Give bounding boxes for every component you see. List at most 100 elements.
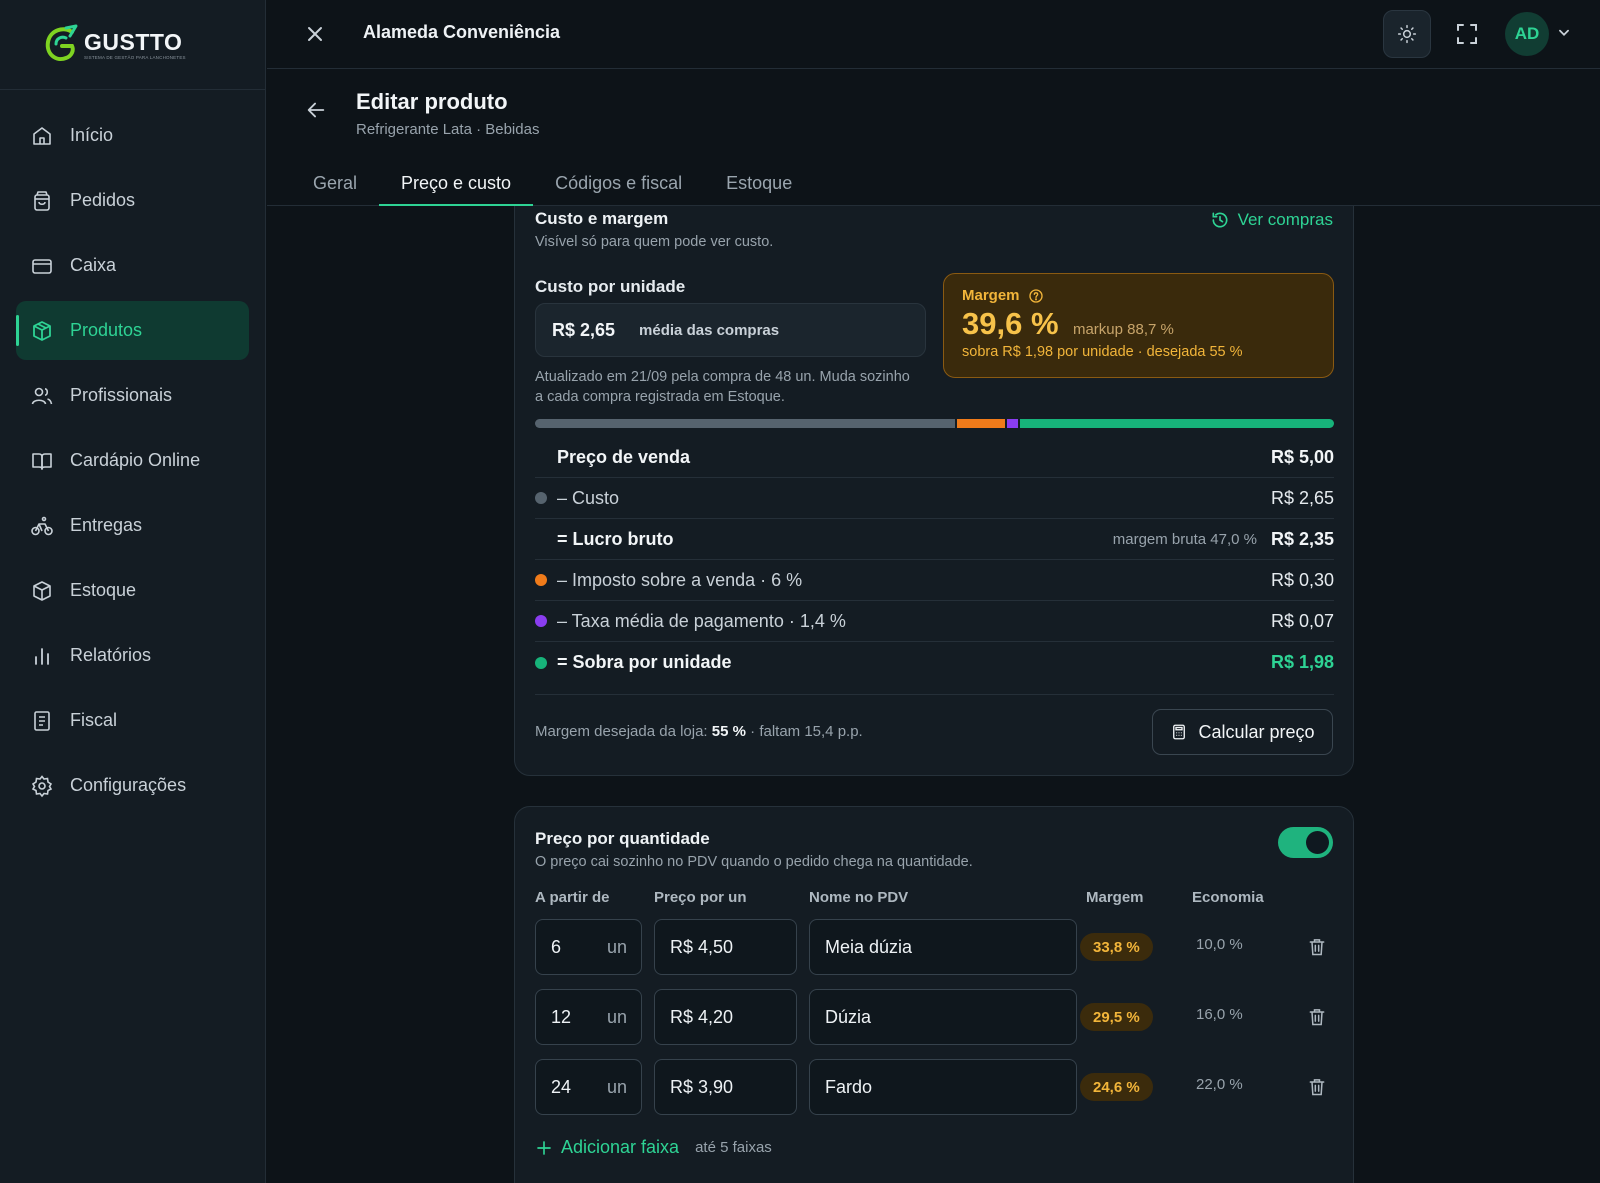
unit-cost-value: R$ 2,65 <box>552 319 616 340</box>
chevron-down-icon[interactable] <box>1557 26 1571 40</box>
row-value: R$ 2,35 <box>1270 528 1334 549</box>
sidebar-item-relatorios[interactable]: Relatórios <box>16 626 249 685</box>
avatar[interactable]: AD <box>1505 12 1549 56</box>
unit-cost-label: Custo por unidade <box>535 277 686 296</box>
qty-card-title: Preço por quantidade <box>535 829 710 848</box>
close-icon[interactable] <box>303 22 327 46</box>
sidebar-item-estoque[interactable]: Estoque <box>16 561 249 620</box>
cost-card-subtitle: Visível só para quem pode ver custo. <box>535 234 774 250</box>
legend-dot <box>535 615 547 627</box>
row-value: R$ 0,30 <box>1270 569 1334 590</box>
tier-price-input[interactable]: R$ 4,50 <box>654 919 797 975</box>
legend-dot <box>535 574 547 586</box>
price-breakdown-bar <box>535 419 1334 428</box>
header-name: Nome no PDV <box>809 889 909 906</box>
row-label: = Lucro bruto <box>557 528 674 549</box>
history-icon <box>1212 212 1228 228</box>
tier-name-input[interactable]: Meia dúzia <box>809 919 1077 975</box>
tier-qty-input[interactable]: 24 un <box>535 1059 642 1115</box>
tier-name-value: Fardo <box>825 1076 873 1097</box>
sidebar-item-produtos[interactable]: Produtos <box>16 301 249 360</box>
brand-logo[interactable]: GUSTTO SISTEMA DE GESTÃO PARA LANCHONETE… <box>0 0 265 90</box>
tier-price-input[interactable]: R$ 4,20 <box>654 989 797 1045</box>
margin-label: Margem <box>962 287 1020 304</box>
tab-codigos-e-fiscal[interactable]: Códigos e fiscal <box>533 161 704 206</box>
margin-value: 39,6 % <box>962 306 1059 341</box>
tab-bar: Geral Preço e custo Códigos e fiscal Est… <box>291 161 814 206</box>
row-value: R$ 0,07 <box>1270 610 1334 631</box>
tier-saving: 16,0 % <box>1196 1006 1243 1023</box>
sidebar-item-label: Cardápio Online <box>70 450 201 470</box>
sidebar-item-pedidos[interactable]: Pedidos <box>16 171 249 230</box>
tier-qty-value: 12 <box>551 1006 572 1027</box>
add-tier-label: Adicionar faixa <box>561 1137 680 1157</box>
tier-name-input[interactable]: Fardo <box>809 1059 1077 1115</box>
margin-summary: Margem 39,6 % markup 88,7 % sobra R$ 1,9… <box>943 273 1334 378</box>
bar-segment-custo <box>535 419 956 428</box>
tier-saving: 10,0 % <box>1196 936 1243 953</box>
fullscreen-button[interactable] <box>1443 10 1491 58</box>
tier-margin-badge: 29,5 % <box>1080 1003 1153 1031</box>
legend-dot <box>535 656 547 669</box>
sidebar-item-entregas[interactable]: Entregas <box>16 496 249 555</box>
divider <box>535 694 1334 695</box>
page-header: Editar produto Refrigerante Lata · Bebid… <box>267 69 1600 206</box>
qty-pricing-toggle[interactable] <box>1278 827 1333 858</box>
trash-icon[interactable] <box>1307 936 1327 958</box>
add-tier-button[interactable]: Adicionar faixa até 5 faixas <box>535 1137 772 1158</box>
tier-qty-value: 6 <box>551 936 562 957</box>
cost-card-title: Custo e margem <box>535 209 669 228</box>
tier-qty-input[interactable]: 6 un <box>535 919 642 975</box>
tier-name-value: Meia dúzia <box>825 936 913 957</box>
calculator-icon <box>1173 724 1186 740</box>
sidebar-item-inicio[interactable]: Início <box>16 106 249 165</box>
sidebar-item-label: Profissionais <box>70 385 173 405</box>
row-label: Preço de venda <box>557 446 691 467</box>
sidebar-nav: Início Pedidos Caixa Produtos Profission… <box>0 90 265 815</box>
tier-name-input[interactable]: Dúzia <box>809 989 1077 1045</box>
trash-icon[interactable] <box>1307 1076 1327 1098</box>
bike-icon <box>31 516 53 535</box>
bar-segment-taxa <box>1006 419 1018 428</box>
page-title: Editar produto <box>356 89 508 114</box>
sidebar-item-label: Relatórios <box>70 645 152 665</box>
tab-preco-e-custo[interactable]: Preço e custo <box>379 161 534 206</box>
trash-icon[interactable] <box>1307 1006 1327 1028</box>
ver-compras-link[interactable]: Ver compras <box>1210 210 1333 230</box>
brand-name: GUSTTO <box>84 28 183 55</box>
sidebar-item-label: Início <box>70 125 114 145</box>
gear-icon <box>31 774 53 797</box>
topbar: Alameda Conveniência AD <box>267 0 1600 69</box>
help-icon[interactable] <box>1028 288 1044 304</box>
sidebar-item-profissionais[interactable]: Profissionais <box>16 366 249 425</box>
tab-estoque[interactable]: Estoque <box>704 161 814 206</box>
row-custo: – Custo R$ 2,65 <box>535 478 1334 519</box>
row-value: R$ 5,00 <box>1270 446 1334 467</box>
tier-price-input[interactable]: R$ 3,90 <box>654 1059 797 1115</box>
bar-segment-sobra <box>1019 419 1334 428</box>
row-label: = Sobra por unidade <box>557 652 732 672</box>
calculate-price-label: Calcular preço <box>1198 721 1315 742</box>
fullscreen-icon <box>1457 24 1477 44</box>
back-arrow-icon[interactable] <box>305 99 327 121</box>
main-content: Custo e margem Visível só para quem pode… <box>267 206 1600 1183</box>
sidebar-item-caixa[interactable]: Caixa <box>16 236 249 295</box>
tab-geral[interactable]: Geral <box>291 161 379 206</box>
tier-qty-input[interactable]: 12 un <box>535 989 642 1045</box>
header-price: Preço por un <box>654 889 747 906</box>
row-taxa: – Taxa média de pagamento · 1,4 % R$ 0,0… <box>535 601 1334 642</box>
gustto-logo-icon <box>45 24 78 61</box>
sidebar-item-cardapio-online[interactable]: Cardápio Online <box>16 431 249 490</box>
sidebar-item-label: Produtos <box>70 320 143 340</box>
sidebar-item-fiscal[interactable]: Fiscal <box>16 691 249 750</box>
tier-margin-badge: 33,8 % <box>1080 933 1153 961</box>
theme-toggle-button[interactable] <box>1383 10 1431 58</box>
page-subtitle: Refrigerante Lata · Bebidas <box>356 121 540 138</box>
tier-unit: un <box>606 1076 627 1097</box>
sidebar-item-configuracoes[interactable]: Configurações <box>16 756 249 815</box>
row-label: – Imposto sobre a venda · 6 % <box>557 569 803 590</box>
legend-dot <box>535 492 547 504</box>
calculate-price-button[interactable]: Calcular preço <box>1152 709 1333 755</box>
unit-cost-field: R$ 2,65 média das compras <box>535 303 926 357</box>
sidebar: GUSTTO SISTEMA DE GESTÃO PARA LANCHONETE… <box>0 0 266 1183</box>
